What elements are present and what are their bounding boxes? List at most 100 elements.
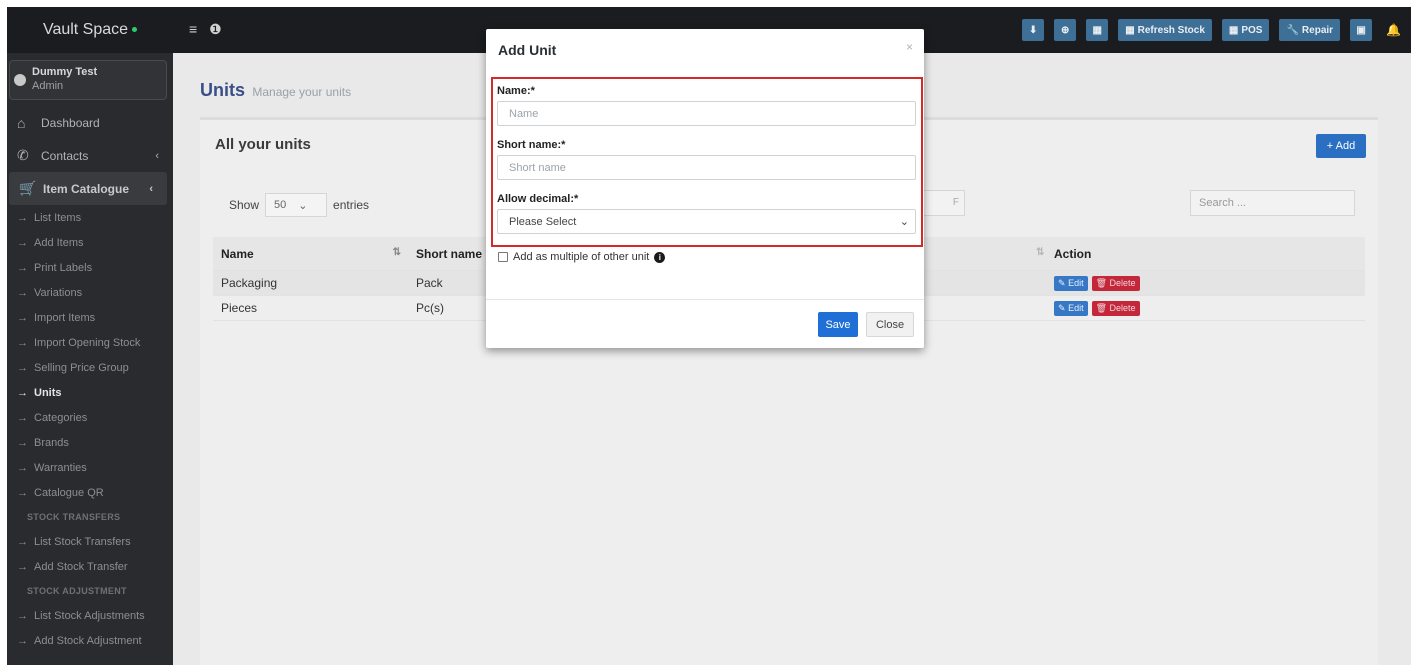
sidebar-subitem-label: Brands — [34, 436, 69, 449]
sidebar-subitem-catalogue-qr[interactable]: → Catalogue QR — [7, 480, 173, 505]
sidebar-subitem-selling-price-group[interactable]: → Selling Price Group — [7, 355, 173, 380]
arrow-right-icon: → — [17, 386, 28, 399]
chevron-left-icon: ‹ — [155, 149, 159, 162]
info-icon[interactable]: i — [654, 251, 666, 263]
sidebar-subitem-categories[interactable]: → Categories — [7, 405, 173, 430]
sidebar-subitem-label: Selling Price Group — [34, 361, 129, 374]
delete-button[interactable]: 🗑 Delete — [1091, 301, 1140, 316]
sidebar-item-contacts[interactable]: ✆ Contacts ‹ — [7, 139, 173, 172]
home-icon: ⌂ — [17, 114, 26, 131]
edit-icon: ✎ — [1058, 278, 1066, 288]
sidebar-subitem-label: Add Stock Transfer — [34, 560, 128, 573]
calculator-button[interactable]: ▦ — [1086, 19, 1109, 41]
pos-button[interactable]: ▦ POS — [1221, 19, 1270, 41]
sidebar-subitem-import-opening-stock[interactable]: → Import Opening Stock — [7, 330, 173, 355]
cell-name: Packaging — [221, 276, 278, 290]
info-icon[interactable]: ❶ — [209, 21, 222, 37]
money-icon: ▣ — [1356, 24, 1366, 36]
menu-toggle-icon[interactable]: ≡ — [189, 21, 197, 37]
edit-button[interactable]: ✎ Edit — [1054, 276, 1088, 291]
sidebar-subitem-print-labels[interactable]: → Print Labels — [7, 255, 173, 280]
pos-label: POS — [1241, 24, 1263, 36]
arrow-right-icon: → — [17, 236, 28, 249]
refresh-stock-button[interactable]: ▦ Refresh Stock — [1118, 19, 1212, 41]
topbar-left-icons: ≡ ❶ — [189, 21, 230, 38]
download-button[interactable]: ⬇ — [1022, 19, 1045, 41]
sidebar-item-item-catalogue[interactable]: 🛒 Item Catalogue ‹ — [9, 172, 167, 205]
sidebar-subitem-label: Import Items — [34, 311, 96, 324]
cell-name: Pieces — [221, 301, 258, 315]
sidebar-subitem-label: Print Labels — [34, 261, 93, 274]
sidebar-subitem-import-items[interactable]: → Import Items — [7, 305, 173, 330]
sidebar-subitem-label: List Items — [34, 211, 82, 224]
repair-label: Repair — [1301, 24, 1334, 36]
sidebar-subitem-add-stock-adjustment[interactable]: → Add Stock Adjustment — [7, 628, 173, 653]
sidebar-subitem-label: Catalogue QR — [34, 486, 104, 499]
column-header-label: Name — [221, 246, 254, 261]
close-button[interactable]: Close — [866, 312, 914, 337]
edit-label: Edit — [1068, 303, 1084, 313]
bell-icon[interactable]: 🔔 — [1386, 23, 1401, 37]
sidebar-subitem-warranties[interactable]: → Warranties — [7, 455, 173, 480]
box-title: All your units — [215, 136, 311, 153]
arrow-right-icon: → — [17, 361, 28, 374]
short-name-input[interactable]: Short name — [497, 155, 916, 180]
sort-icon: ⇅ — [1036, 246, 1045, 258]
entries-value: 50 — [274, 199, 287, 211]
sidebar-item-label: Dashboard — [41, 115, 100, 130]
search-input[interactable]: Search ... — [1190, 190, 1355, 216]
online-status-dot — [132, 27, 138, 33]
column-header-name[interactable]: Name ⇅ — [213, 247, 409, 261]
multiple-unit-checkbox[interactable] — [498, 252, 508, 262]
arrow-right-icon: → — [17, 411, 28, 424]
sort-icon: ⇅ — [392, 246, 401, 258]
show-label: Show — [229, 198, 260, 212]
allow-decimal-select[interactable]: Please Select ⌄ — [497, 209, 916, 234]
sidebar-subitem-label: Units — [34, 386, 62, 399]
arrow-right-icon: → — [17, 535, 28, 548]
user-role: Admin — [32, 80, 64, 92]
multiple-unit-checkbox-row[interactable]: Add as multiple of other unit i — [498, 251, 666, 263]
entries-label: entries — [333, 198, 370, 212]
sidebar-subitem-list-stock-adjustments[interactable]: → List Stock Adjustments — [7, 603, 173, 628]
delete-label: Delete — [1109, 278, 1136, 288]
edit-button[interactable]: ✎ Edit — [1054, 301, 1088, 316]
arrow-right-icon: → — [17, 336, 28, 349]
user-panel[interactable]: Dummy Test Admin — [9, 60, 167, 100]
sidebar-subitem-units[interactable]: → Units — [7, 380, 173, 405]
brand-logo[interactable]: Vault Space — [7, 7, 173, 53]
multiple-unit-label: Add as multiple of other unit — [513, 251, 650, 263]
sidebar-subitem-variations[interactable]: → Variations — [7, 280, 173, 305]
sidebar-subitem-add-items[interactable]: → Add Items — [7, 230, 173, 255]
delete-button[interactable]: 🗑 Delete — [1091, 276, 1140, 291]
arrow-right-icon: → — [17, 486, 28, 499]
cash-register-button[interactable]: ▣ — [1350, 19, 1373, 41]
column-header-label: Action — [1054, 246, 1092, 261]
chevron-down-icon: ⌄ — [298, 199, 308, 212]
arrow-right-icon: → — [17, 560, 28, 573]
close-icon[interactable]: × — [906, 40, 913, 54]
sidebar-subitem-label: Add Items — [34, 236, 84, 249]
sidebar-subitem-add-stock-transfer[interactable]: → Add Stock Transfer — [7, 554, 173, 579]
column-header-label: Short name — [416, 246, 483, 261]
add-sale-button[interactable]: ⊕ — [1054, 19, 1077, 41]
trash-icon: 🗑 — [1095, 303, 1108, 313]
entries-select[interactable]: 50 ⌄ — [265, 193, 328, 217]
topbar-actions: ⬇ ⊕ ▦ ▦ Refresh Stock ▦ POS 🔧 Repair ▣ 🔔 — [1022, 19, 1401, 41]
unit-form-highlight: Name:* Name Short name:* Short name Allo… — [491, 77, 923, 247]
section-heading-stock-transfers: STOCK TRANSFERS — [27, 512, 121, 522]
modal-footer-divider — [486, 299, 924, 300]
sidebar-subitem-list-stock-transfers[interactable]: → List Stock Transfers — [7, 529, 173, 554]
sidebar-subitem-brands[interactable]: → Brands — [7, 430, 173, 455]
save-button[interactable]: Save — [818, 312, 858, 337]
short-name-label: Short name:* — [497, 139, 566, 151]
sidebar-item-dashboard[interactable]: ⌂ Dashboard — [7, 106, 173, 139]
sidebar-subitem-label: Add Stock Adjustment — [34, 634, 142, 647]
sidebar-subitem-list-items[interactable]: → List Items — [7, 205, 173, 230]
brand-name: Vault Space — [42, 21, 129, 38]
add-unit-button[interactable]: + Add — [1316, 134, 1366, 158]
sidebar-subitem-label: Warranties — [34, 461, 87, 474]
name-input[interactable]: Name — [497, 101, 916, 126]
repair-button[interactable]: 🔧 Repair — [1279, 19, 1341, 41]
calculator-icon: ▦ — [1092, 24, 1102, 36]
